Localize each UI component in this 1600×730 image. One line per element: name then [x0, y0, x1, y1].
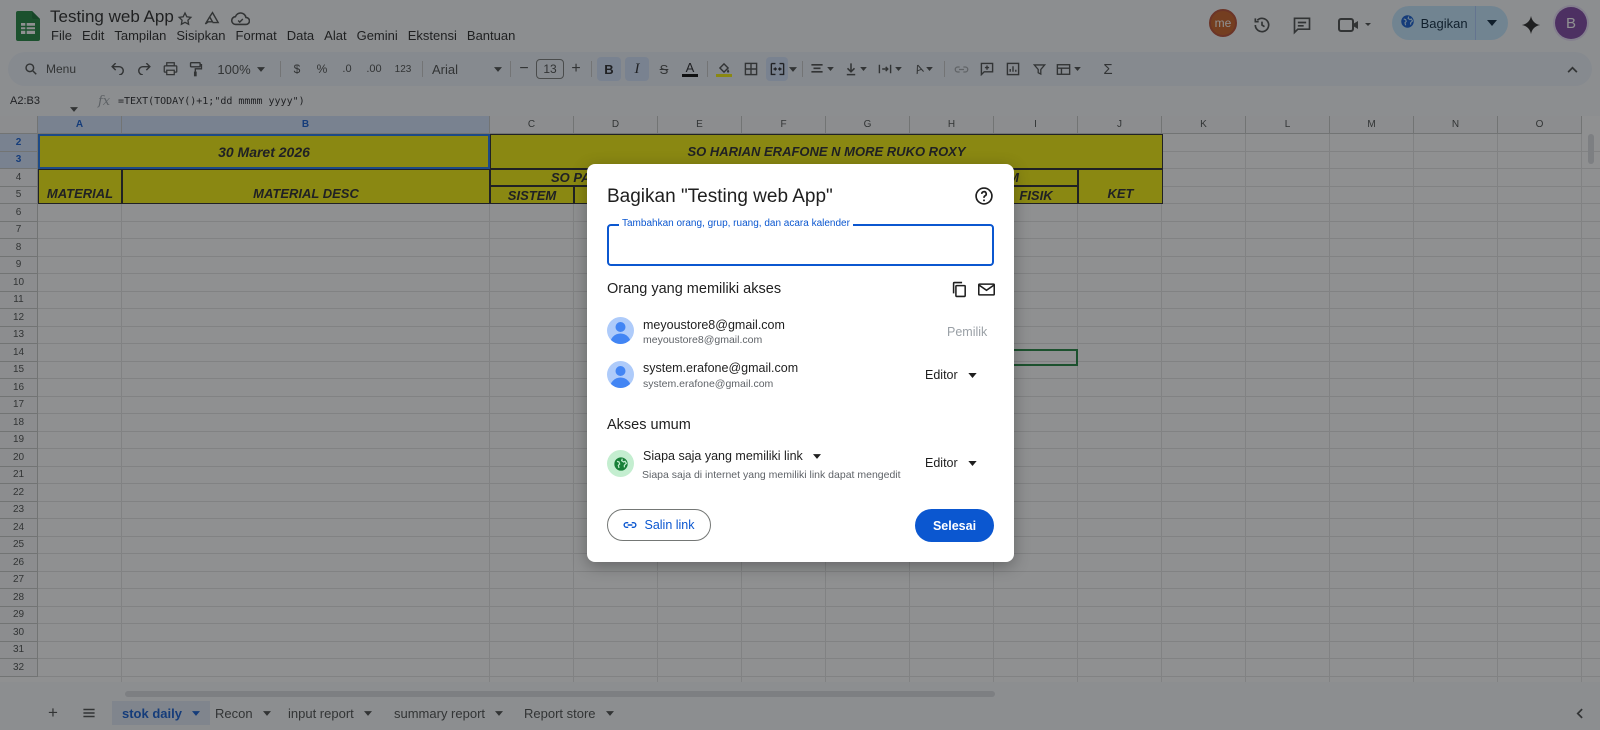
help-icon[interactable] [974, 186, 994, 206]
people-with-access-heading: Orang yang memiliki akses [607, 281, 782, 297]
done-button[interactable]: Selesai [915, 509, 994, 542]
globe-icon [607, 450, 634, 477]
person-email: meyoustore8@gmail.com [643, 334, 763, 346]
dialog-title: Bagikan "Testing web App" [607, 186, 833, 207]
copy-link-button[interactable]: Salin link [607, 509, 711, 541]
copy-link-label: Salin link [644, 518, 695, 532]
general-access-dropdown[interactable]: Siapa saja yang memiliki link [643, 449, 821, 463]
add-people-label: Tambahkan orang, grup, ruang, dan acara … [619, 218, 853, 229]
role-label: Editor [925, 368, 958, 382]
chevron-down-icon [967, 460, 977, 466]
chevron-down-icon [967, 372, 977, 378]
person-email: system.erafone@gmail.com [643, 378, 774, 390]
role-label: Editor [925, 456, 958, 470]
email-collaborators-icon[interactable] [978, 283, 995, 301]
general-access-description: Siapa saja di internet yang memiliki lin… [642, 469, 901, 481]
avatar [607, 317, 634, 344]
copy-emails-icon[interactable] [951, 281, 967, 303]
owner-role-label: Pemilik [947, 325, 988, 339]
person-name: system.erafone@gmail.com [643, 361, 799, 375]
general-role-dropdown[interactable]: Editor [925, 456, 977, 470]
share-dialog: Bagikan "Testing web App" Tambahkan oran… [587, 164, 1014, 562]
person-role-dropdown[interactable]: Editor [925, 368, 977, 382]
person-name: meyoustore8@gmail.com [643, 318, 785, 332]
general-access-value: Siapa saja yang memiliki link [643, 449, 803, 463]
add-people-input[interactable] [607, 224, 994, 266]
chevron-down-icon [812, 453, 821, 459]
general-access-heading: Akses umum [607, 417, 691, 433]
link-icon [623, 521, 637, 529]
avatar [607, 361, 634, 388]
